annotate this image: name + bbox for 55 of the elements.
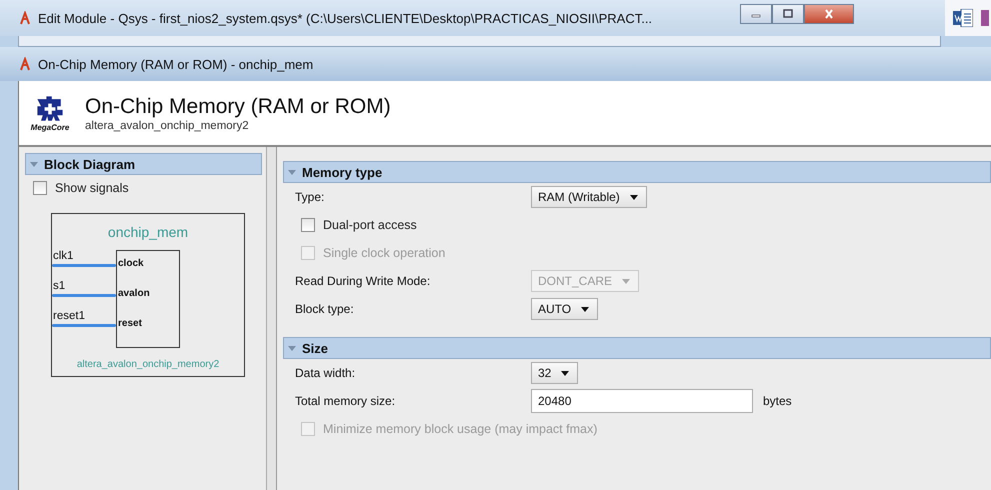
section-title: Memory type xyxy=(302,164,382,180)
window-title: Edit Module - Qsys - first_nios2_system.qsys* (C:\Users\CLIENTE\Desktop\PRACTICAS_NIOSII\PRACT... xyxy=(38,10,652,26)
field-label: Read During Write Mode: xyxy=(295,274,432,288)
section-title: Size xyxy=(302,340,328,356)
signal-line xyxy=(52,324,116,327)
dialog-title: On-Chip Memory (RAM or ROM) - onchip_mem xyxy=(38,56,314,72)
checkbox[interactable] xyxy=(301,218,315,232)
checkbox-label: Show signals xyxy=(55,181,129,195)
dropdown[interactable]: RAM (Writable) xyxy=(531,186,647,208)
field-label: Data width: xyxy=(295,366,356,380)
port-label: clock xyxy=(118,258,144,269)
maximize-icon xyxy=(782,9,794,19)
field-label: Type: xyxy=(295,190,326,204)
caret-icon xyxy=(561,370,570,376)
caret-icon xyxy=(622,278,630,284)
document-icon[interactable] xyxy=(952,9,973,27)
section-title: Block Diagram xyxy=(44,156,136,172)
port-label: reset xyxy=(118,318,142,329)
component-title: On-Chip Memory (RAM or ROM) xyxy=(85,94,391,120)
unit-label: bytes xyxy=(763,394,792,408)
section-header[interactable]: Block Diagram xyxy=(25,153,262,175)
close-icon xyxy=(822,9,835,19)
signal-line xyxy=(52,264,116,267)
signal-label: reset1 xyxy=(53,310,85,322)
app-icon[interactable] xyxy=(980,9,989,27)
field-label: Total memory size: xyxy=(295,394,396,408)
signal-label: s1 xyxy=(53,280,66,292)
minimize-button[interactable] xyxy=(740,4,772,24)
module-name: onchip_mem xyxy=(106,224,190,240)
splitter-handle[interactable] xyxy=(267,147,277,490)
signal-line xyxy=(52,294,116,297)
checkbox-label: Single clock operation xyxy=(323,246,446,260)
port-label: avalon xyxy=(118,288,150,299)
field-label: Block type: xyxy=(295,302,355,316)
collapse-arrow-icon[interactable] xyxy=(30,160,38,168)
caret-icon xyxy=(630,194,638,200)
section-header[interactable]: Memory type xyxy=(283,161,991,183)
checkbox-label: Dual-port access xyxy=(323,218,417,232)
dropdown[interactable]: 32 xyxy=(531,362,578,384)
collapse-arrow-icon[interactable] xyxy=(288,344,296,352)
checkbox[interactable] xyxy=(33,181,47,195)
app-icon xyxy=(18,57,32,71)
logo-text: MegaCore xyxy=(30,122,70,132)
dropdown[interactable]: AUTO xyxy=(531,298,598,320)
checkbox-label: Minimize memory block usage (may impact fmax) xyxy=(323,422,598,436)
input-field[interactable]: 20480 xyxy=(531,389,753,413)
signal-label: clk1 xyxy=(53,250,74,262)
caret-icon xyxy=(581,306,590,312)
app-icon xyxy=(18,11,32,25)
component-subtitle: altera_avalon_onchip_memory2 xyxy=(85,120,250,132)
collapse-arrow-icon[interactable] xyxy=(288,168,296,176)
module-type: altera_avalon_onchip_memory2 xyxy=(76,359,220,370)
section-header[interactable]: Size xyxy=(283,337,991,359)
close-button[interactable] xyxy=(804,4,854,24)
maximize-button[interactable] xyxy=(772,4,804,24)
